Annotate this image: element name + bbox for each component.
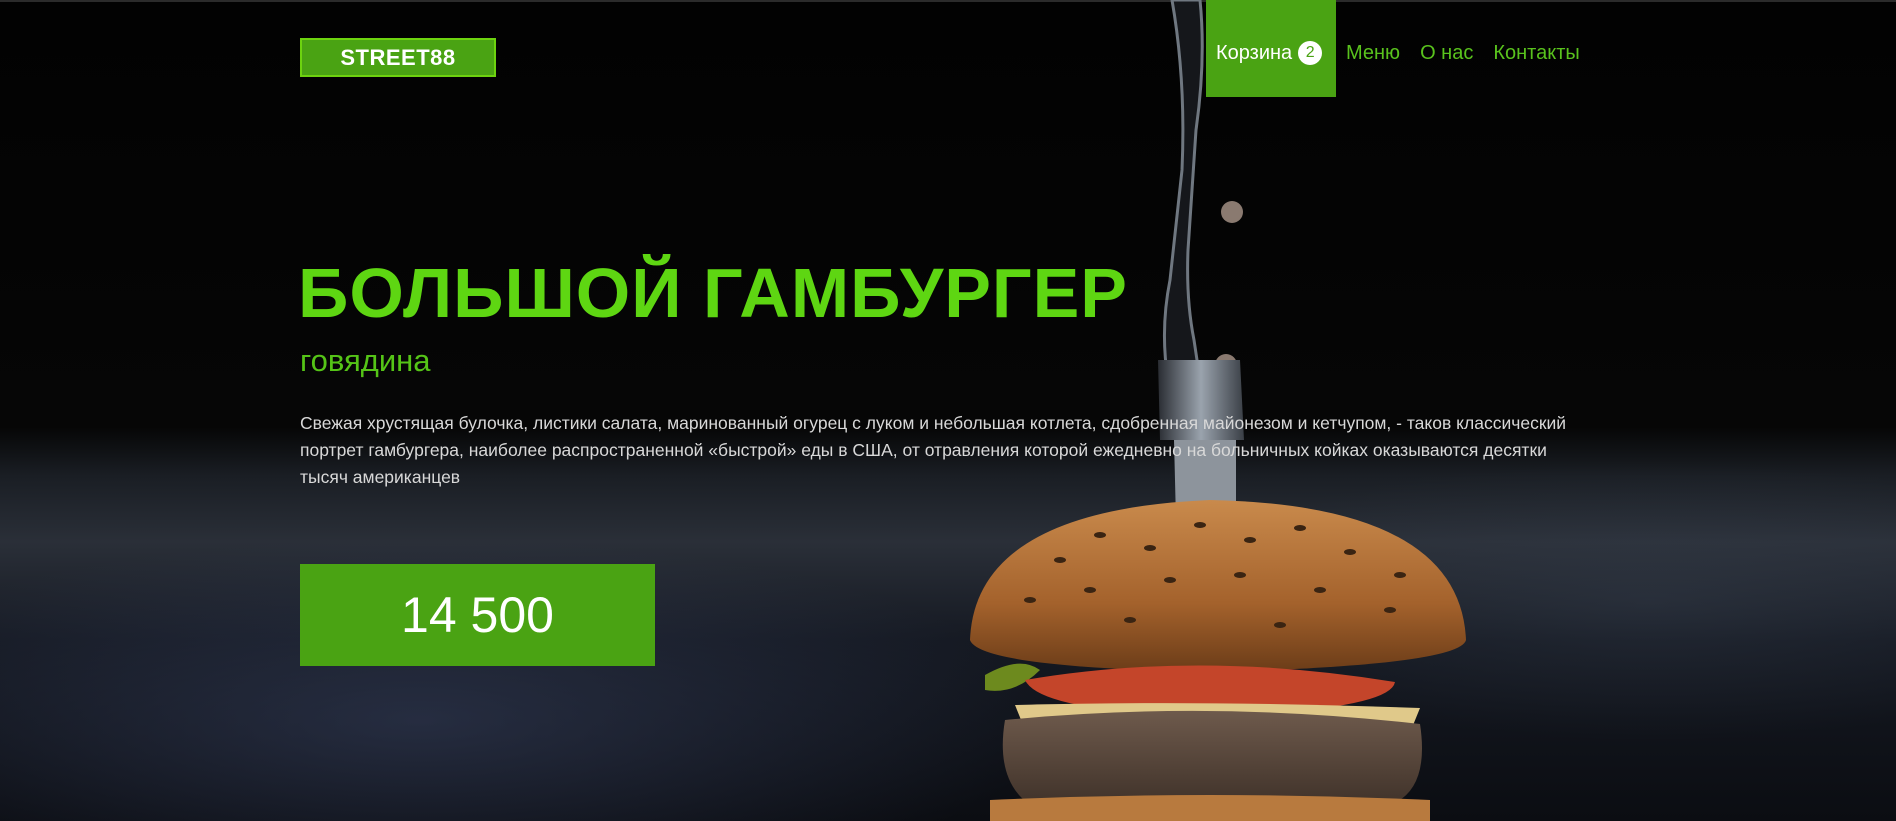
main-nav: Корзина 2 Меню О нас Контакты (1206, 0, 1580, 97)
cart-count-badge: 2 (1298, 41, 1323, 65)
nav-item-about[interactable]: О нас (1420, 0, 1473, 65)
nav-item-contacts[interactable]: Контакты (1493, 0, 1579, 65)
price-button[interactable]: 14 500 (300, 564, 655, 666)
product-subtitle: говядина (300, 343, 431, 378)
product-title: БОЛЬШОЙ ГАМБУРГЕР (298, 254, 1128, 332)
logo[interactable]: STREET88 (300, 38, 496, 77)
nav-cart-label: Корзина (1216, 42, 1293, 64)
rivet-icon (1221, 201, 1243, 223)
nav-cart[interactable]: Корзина 2 (1206, 0, 1336, 97)
nav-item-menu[interactable]: Меню (1346, 0, 1400, 65)
hero-page: STREET88 Корзина 2 Меню О нас Контакты Б… (0, 0, 1896, 821)
rivet-icon (1215, 354, 1237, 376)
product-description: Свежая хрустящая булочка, листики салата… (300, 413, 1567, 487)
